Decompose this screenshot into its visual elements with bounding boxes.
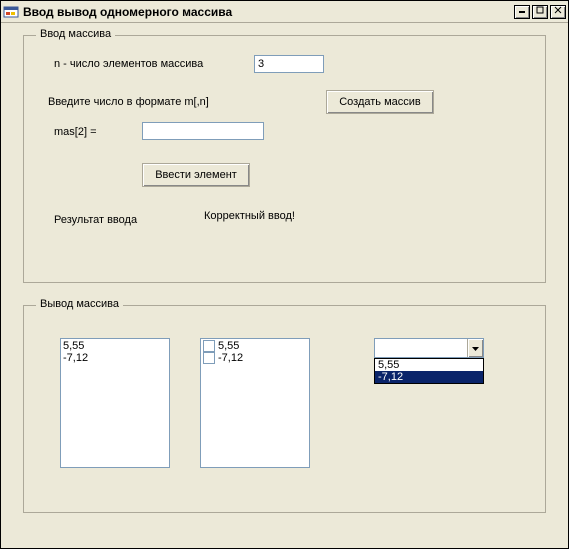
mas-index-label: mas[2] = — [54, 126, 97, 138]
result-value: Корректный ввод! — [204, 210, 295, 222]
enter-element-button[interactable]: Ввести элемент — [142, 163, 250, 187]
combobox-input[interactable] — [375, 339, 467, 357]
combobox-option[interactable]: -7,12 — [375, 371, 483, 383]
checkbox-icon[interactable] — [203, 352, 215, 364]
n-input[interactable] — [254, 55, 324, 73]
client-area: Ввод массива n - число элементов массива… — [1, 23, 568, 548]
title-bar: Ввод вывод одномерного массива — [1, 1, 568, 23]
output-groupbox: Вывод массива 5,55 -7,12 5,55 -7,12 — [23, 305, 546, 513]
create-array-button[interactable]: Создать массив — [326, 90, 434, 114]
element-input[interactable] — [142, 122, 264, 140]
checkbox-icon[interactable] — [203, 340, 215, 352]
result-label: Результат ввода — [54, 214, 137, 226]
checked-listbox[interactable]: 5,55 -7,12 — [200, 338, 310, 468]
app-icon — [3, 4, 19, 20]
input-groupbox: Ввод массива n - число элементов массива… — [23, 35, 546, 283]
chevron-down-icon — [472, 342, 479, 354]
n-label: n - число элементов массива — [54, 58, 203, 70]
window: Ввод вывод одномерного массива Ввод масс… — [0, 0, 569, 549]
listbox-plain[interactable]: 5,55 -7,12 — [60, 338, 170, 468]
minimize-button[interactable] — [514, 5, 530, 19]
list-item[interactable]: 5,55 — [63, 340, 167, 352]
maximize-button[interactable] — [532, 5, 548, 19]
combobox-option[interactable]: 5,55 — [375, 359, 483, 371]
list-item[interactable]: -7,12 — [203, 352, 307, 364]
format-label: Введите число в формате m[,n] — [48, 96, 209, 108]
list-item[interactable]: -7,12 — [63, 352, 167, 364]
window-title: Ввод вывод одномерного массива — [23, 5, 514, 19]
combobox-dropdown[interactable]: 5,55 -7,12 — [374, 358, 484, 384]
window-buttons — [514, 5, 566, 19]
combobox-dropdown-button[interactable] — [467, 339, 483, 357]
list-item[interactable]: 5,55 — [203, 340, 307, 352]
close-button[interactable] — [550, 5, 566, 19]
combobox[interactable] — [374, 338, 484, 358]
list-item-label: -7,12 — [218, 352, 243, 364]
list-item-label: 5,55 — [218, 340, 239, 352]
